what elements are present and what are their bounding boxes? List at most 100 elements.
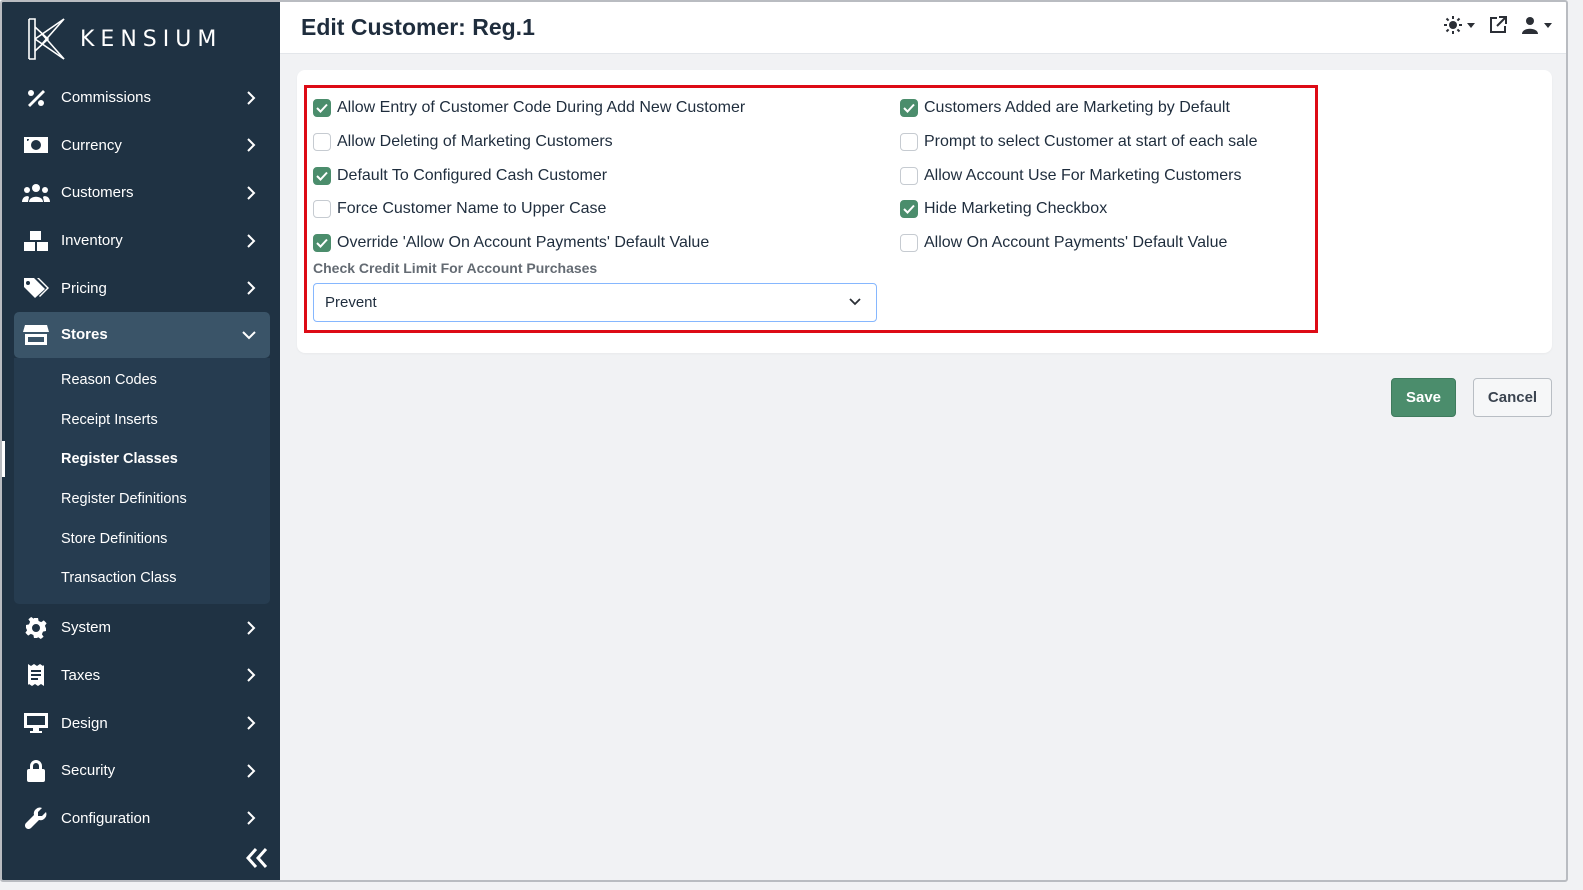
checkbox-label: Allow On Account Payments' Default Value xyxy=(924,234,1228,251)
sidebar-item-label: Inventory xyxy=(61,232,123,250)
brand-name: KENSIUM xyxy=(80,26,223,52)
override-account-payments-checkbox[interactable]: Override 'Allow On Account Payments' Def… xyxy=(313,232,709,254)
caret-down-icon xyxy=(1544,22,1552,28)
sun-icon xyxy=(1444,16,1462,34)
checkbox-unchecked[interactable] xyxy=(313,200,331,218)
sidebar-item-pricing[interactable]: Pricing xyxy=(2,264,280,312)
sidebar-item-design[interactable]: Design xyxy=(2,699,280,747)
caret-down-icon xyxy=(1467,22,1475,28)
tags-icon xyxy=(22,276,50,300)
allow-deleting-marketing-customers-checkbox[interactable]: Allow Deleting of Marketing Customers xyxy=(313,131,613,153)
header-actions xyxy=(1444,16,1566,34)
checkbox-label: Override 'Allow On Account Payments' Def… xyxy=(337,234,710,251)
checkbox-label: Force Customer Name to Upper Case xyxy=(337,200,607,217)
hide-marketing-checkbox[interactable]: Hide Marketing Checkbox xyxy=(900,198,1107,220)
check-icon xyxy=(316,238,328,248)
sidebar-subitem-reason-codes[interactable]: Reason Codes xyxy=(14,360,270,400)
checkbox-label: Allow Account Use For Marketing Customer… xyxy=(924,167,1242,184)
checkbox-checked[interactable] xyxy=(313,99,331,117)
sidebar-item-label: Commissions xyxy=(61,89,152,107)
checkbox-checked[interactable] xyxy=(313,234,331,252)
chevron-down-icon xyxy=(849,298,861,306)
sidebar-item-stores[interactable]: Stores xyxy=(14,311,270,358)
checkbox-checked[interactable] xyxy=(313,167,331,185)
check-icon xyxy=(316,103,328,113)
credit-limit-label: Check Credit Limit For Account Purchases xyxy=(313,260,598,276)
sidebar-item-commissions[interactable]: Commissions xyxy=(2,74,280,122)
chevron-right-icon xyxy=(247,716,256,730)
receipt-icon xyxy=(22,663,50,687)
allow-account-use-marketing-checkbox[interactable]: Allow Account Use For Marketing Customer… xyxy=(900,165,1241,187)
checkbox-unchecked[interactable] xyxy=(900,234,918,252)
sidebar-subitem-receipt-inserts[interactable]: Receipt Inserts xyxy=(14,400,270,440)
credit-limit-selected-value: Prevent xyxy=(325,294,377,311)
sidebar-item-configuration[interactable]: Configuration xyxy=(2,794,280,842)
user-icon xyxy=(1522,17,1538,34)
open-external-button[interactable] xyxy=(1489,16,1507,34)
allow-account-payments-default-checkbox[interactable]: Allow On Account Payments' Default Value xyxy=(900,232,1227,254)
lock-icon xyxy=(22,759,50,783)
chevron-right-icon xyxy=(247,621,256,635)
sidebar-item-system[interactable]: System xyxy=(2,604,280,652)
save-button[interactable]: Save xyxy=(1391,378,1456,417)
default-cash-customer-checkbox[interactable]: Default To Configured Cash Customer xyxy=(313,165,607,187)
sidebar-item-label: Design xyxy=(61,714,108,732)
checkbox-label: Customers Added are Marketing by Default xyxy=(924,99,1230,116)
check-icon xyxy=(903,204,915,214)
marketing-by-default-checkbox[interactable]: Customers Added are Marketing by Default xyxy=(900,97,1230,119)
checkbox-label: Allow Deleting of Marketing Customers xyxy=(337,133,613,150)
checkbox-unchecked[interactable] xyxy=(900,133,918,151)
chevron-right-icon xyxy=(247,811,256,825)
kensium-logo-mark-icon xyxy=(28,18,65,60)
checkbox-checked[interactable] xyxy=(900,200,918,218)
sidebar-item-label: Currency xyxy=(61,136,122,154)
chevron-right-icon xyxy=(247,138,256,153)
chevron-down-icon xyxy=(242,331,256,340)
checkbox-label: Hide Marketing Checkbox xyxy=(924,200,1108,217)
stores-submenu: Reason Codes Receipt Inserts Register Cl… xyxy=(2,357,270,605)
prompt-select-customer-checkbox[interactable]: Prompt to select Customer at start of ea… xyxy=(900,131,1257,153)
checkbox-unchecked[interactable] xyxy=(900,167,918,185)
sidebar-subitem-store-definitions[interactable]: Store Definitions xyxy=(14,519,270,559)
sidebar-subitem-register-definitions[interactable]: Register Definitions xyxy=(14,479,270,519)
cancel-button[interactable]: Cancel xyxy=(1473,378,1552,417)
sidebar-item-currency[interactable]: Currency xyxy=(2,122,280,170)
page-header: Edit Customer: Reg.1 xyxy=(280,2,1566,54)
collapse-sidebar-button[interactable] xyxy=(244,844,270,872)
checkbox-unchecked[interactable] xyxy=(313,133,331,151)
sidebar-nav: Commissions Currency Customers Inventory… xyxy=(2,74,280,842)
chevron-right-icon xyxy=(247,186,256,200)
wrench-icon xyxy=(22,806,50,830)
sidebar-item-label: System xyxy=(61,619,112,637)
sidebar-item-label: Stores xyxy=(61,326,108,344)
external-link-icon xyxy=(1490,16,1507,33)
sidebar-item-label: Pricing xyxy=(61,279,107,297)
theme-menu-button[interactable] xyxy=(1444,16,1475,34)
force-upper-case-checkbox[interactable]: Force Customer Name to Upper Case xyxy=(313,198,606,220)
sidebar-subitem-transaction-class[interactable]: Transaction Class xyxy=(14,558,270,598)
checkbox-label: Prompt to select Customer at start of ea… xyxy=(924,133,1258,150)
allow-entry-customer-code-checkbox[interactable]: Allow Entry of Customer Code During Add … xyxy=(313,97,745,119)
sidebar-item-customers[interactable]: Customers xyxy=(2,169,280,217)
sidebar-item-taxes[interactable]: Taxes xyxy=(2,652,280,700)
app-window: KENSIUM Commissions Currency Customers I… xyxy=(0,0,1568,882)
sidebar-item-inventory[interactable]: Inventory xyxy=(2,217,280,265)
sidebar-item-security[interactable]: Security xyxy=(2,747,280,795)
money-bill-icon xyxy=(22,133,50,157)
sidebar-subitem-register-classes[interactable]: Register Classes xyxy=(2,439,270,479)
percent-icon xyxy=(22,86,50,110)
chevron-right-icon xyxy=(247,668,256,683)
kensium-logo[interactable]: KENSIUM xyxy=(26,16,222,62)
checkbox-label: Default To Configured Cash Customer xyxy=(337,167,608,184)
user-menu-button[interactable] xyxy=(1521,16,1552,34)
store-icon xyxy=(22,323,50,347)
credit-limit-select[interactable]: Prevent xyxy=(313,283,877,322)
desktop-icon xyxy=(22,711,50,735)
check-icon xyxy=(316,171,328,181)
gear-icon xyxy=(22,616,50,640)
sidebar-item-label: Taxes xyxy=(61,666,101,684)
double-chevron-left-icon xyxy=(245,848,268,868)
boxes-icon xyxy=(22,229,50,253)
check-icon xyxy=(903,103,915,113)
checkbox-checked[interactable] xyxy=(900,99,918,117)
